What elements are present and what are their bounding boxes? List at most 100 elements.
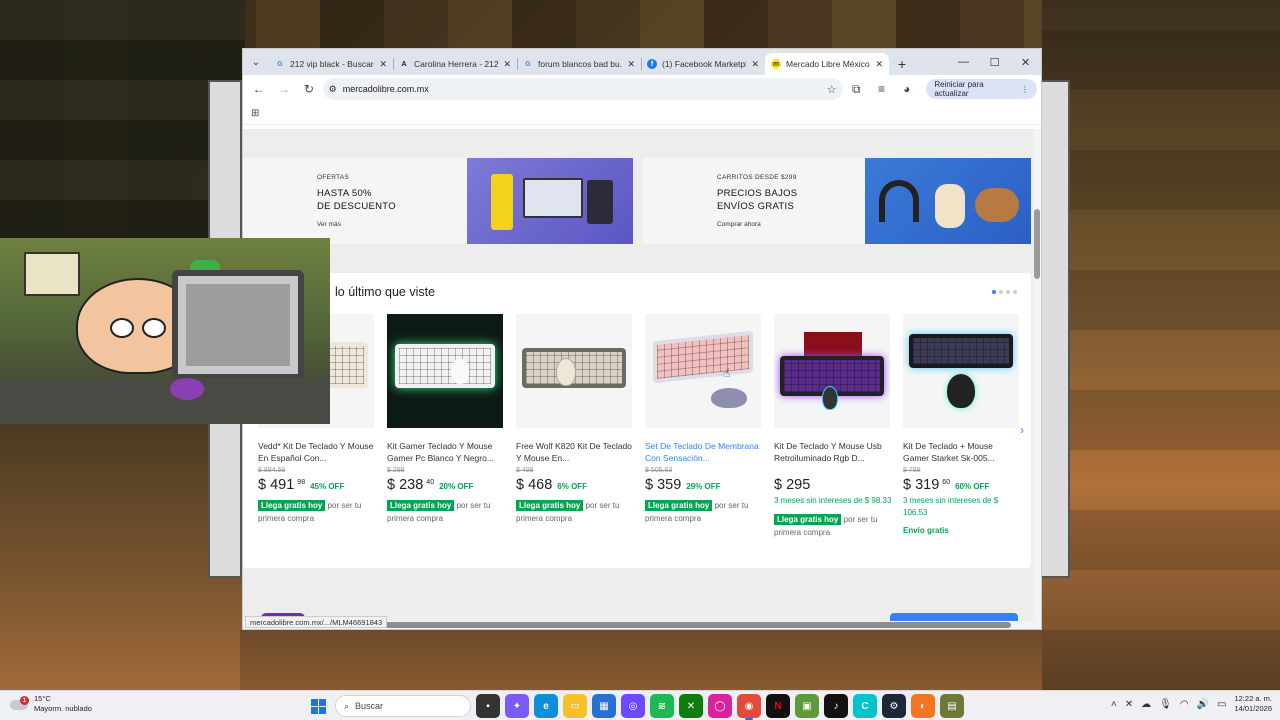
- product-card[interactable]: Free Wolf K820 Kit De Teclado Y Mouse En…: [516, 314, 634, 525]
- product-price: $ 319: [903, 477, 940, 493]
- close-window-button[interactable]: ✕: [1010, 49, 1041, 75]
- more-menu-icon[interactable]: ⋮: [1021, 85, 1029, 94]
- start-button[interactable]: [306, 694, 330, 718]
- netflix-icon[interactable]: N: [766, 694, 790, 718]
- microphone-icon[interactable]: 🎙: [1159, 699, 1172, 710]
- shipping-info: Llega gratis hoy por ser tu primera comp…: [516, 499, 634, 525]
- shipping-info: Llega gratis hoy por ser tu primera comp…: [774, 513, 892, 539]
- product-image[interactable]: [903, 314, 1019, 428]
- amazon-icon: A: [401, 60, 407, 68]
- cartoon-desk: [0, 378, 330, 424]
- tab-4-active[interactable]: m Mercado Libre México ✕: [765, 53, 889, 75]
- tab-search-button[interactable]: ⌄: [243, 49, 269, 75]
- product-image[interactable]: [516, 314, 632, 428]
- canva-icon[interactable]: C: [853, 694, 877, 718]
- product-discount: 20% OFF: [439, 482, 474, 491]
- address-bar[interactable]: ⚙ mercadolibre.com.mx ☆: [322, 78, 843, 100]
- product-name[interactable]: Set De Teclado De Membrana Con Sensación…: [645, 440, 763, 464]
- banner-cta-link[interactable]: Ver más: [317, 221, 396, 228]
- cloud-sync-icon[interactable]: ☁: [1141, 699, 1151, 710]
- promo-banner-ofertas[interactable]: OFERTAS HASTA 50% DE DESCUENTO Ver más: [243, 158, 633, 244]
- product-price: $ 295: [774, 477, 811, 493]
- spotify-icon[interactable]: ≋: [650, 694, 674, 718]
- battery-icon[interactable]: ▭: [1217, 699, 1226, 710]
- product-name[interactable]: Vedd* Kit De Teclado Y Mouse En Español …: [258, 440, 376, 464]
- steam-icon[interactable]: ⚙: [882, 694, 906, 718]
- product-image[interactable]: ☝: [645, 314, 761, 428]
- weather-temperature: 15°C: [34, 694, 51, 703]
- tab-0[interactable]: G 212 vip black - Buscar ✕: [269, 53, 393, 75]
- product-installments: 3 meses sin intereses de $ 106.53: [903, 496, 999, 517]
- close-icon[interactable]: ✕: [379, 59, 387, 70]
- tab-3[interactable]: f (1) Facebook Marketpl... ✕: [641, 53, 765, 75]
- instagram-icon[interactable]: ◯: [708, 694, 732, 718]
- minecraft-icon[interactable]: ▣: [795, 694, 819, 718]
- close-icon[interactable]: ✕: [875, 59, 883, 70]
- bookmark-star-icon[interactable]: ☆: [827, 83, 837, 96]
- forward-button[interactable]: →: [272, 77, 295, 101]
- close-icon[interactable]: ✕: [751, 59, 759, 70]
- volume-icon[interactable]: 🔊: [1197, 699, 1209, 710]
- minimize-button[interactable]: —: [948, 49, 979, 75]
- xbox-tray-icon[interactable]: ✕: [1125, 699, 1133, 710]
- apps-grid-icon[interactable]: ⊞: [251, 108, 259, 119]
- banner-headline-2: DE DESCUENTO: [317, 201, 396, 212]
- reload-button[interactable]: ↻: [297, 77, 320, 101]
- product-old-price: $ 499: [516, 467, 534, 474]
- banner-headline-1: PRECIOS BAJOS: [717, 188, 798, 199]
- store-icon[interactable]: ▦: [592, 694, 616, 718]
- product-card[interactable]: ☝ Set De Teclado De Membrana Con Sensaci…: [645, 314, 763, 525]
- product-name[interactable]: Kit De Teclado Y Mouse Usb Retroiluminad…: [774, 440, 892, 464]
- close-icon[interactable]: ✕: [503, 59, 511, 70]
- edge-icon[interactable]: e: [534, 694, 558, 718]
- minecraft-launcher-icon[interactable]: ▤: [940, 694, 964, 718]
- chevron-up-icon[interactable]: ˄: [1111, 699, 1117, 710]
- tiktok-icon[interactable]: ♪: [824, 694, 848, 718]
- product-name[interactable]: Kit De Teclado + Mouse Gamer Starket Sk-…: [903, 440, 1021, 464]
- banner-cta-link[interactable]: Comprar ahora: [717, 221, 797, 228]
- product-discount: 45% OFF: [310, 482, 345, 491]
- product-image[interactable]: [387, 314, 503, 428]
- xbox-icon[interactable]: ✕: [679, 694, 703, 718]
- update-button[interactable]: Reiniciar para actualizar ⋮: [926, 79, 1037, 99]
- taskbar-search[interactable]: ⌕ Buscar: [335, 695, 471, 717]
- product-image[interactable]: [774, 314, 890, 428]
- crunchyroll-icon[interactable]: ◐: [911, 694, 935, 718]
- cartoon-monitor: [172, 270, 304, 380]
- product-card[interactable]: Kit Gamer Teclado Y Mouse Gamer Pc Blanc…: [387, 314, 505, 525]
- close-icon[interactable]: ✕: [627, 59, 635, 70]
- product-old-price: $ 298: [387, 467, 405, 474]
- tab-2[interactable]: G forum blancos bad bu... ✕: [517, 53, 641, 75]
- taskbar-search-placeholder: Buscar: [355, 701, 384, 711]
- new-tab-button[interactable]: +: [889, 53, 915, 75]
- weather-widget[interactable]: 1 15°C Mayorm. nublado: [10, 694, 92, 714]
- product-card[interactable]: Kit De Teclado + Mouse Gamer Starket Sk-…: [903, 314, 1021, 535]
- product-name[interactable]: Kit Gamer Teclado Y Mouse Gamer Pc Blanc…: [387, 440, 505, 464]
- cloud-icon: 1: [10, 696, 29, 712]
- product-card[interactable]: Kit De Teclado Y Mouse Usb Retroiluminad…: [774, 314, 892, 539]
- proton-icon[interactable]: ◎: [621, 694, 645, 718]
- maximize-button[interactable]: ☐: [979, 49, 1010, 75]
- tab-1[interactable]: A Carolina Herrera - 212... ✕: [393, 53, 517, 75]
- task-view-icon[interactable]: ▪: [476, 694, 500, 718]
- product-discount: 6% OFF: [557, 482, 588, 491]
- reading-list-icon[interactable]: ≡: [870, 77, 893, 101]
- window-controls: — ☐ ✕: [948, 49, 1041, 75]
- product-discount: 60% OFF: [955, 482, 990, 491]
- promo-banner-carritos[interactable]: CARRITOS DESDE $299 PRECIOS BAJOS ENVÍOS…: [643, 158, 1031, 244]
- scrollbar-thumb[interactable]: [1034, 209, 1040, 279]
- folder-icon[interactable]: ▭: [563, 694, 587, 718]
- wifi-icon[interactable]: ◠: [1180, 699, 1189, 710]
- taskbar-clock[interactable]: 12:22 a. m. 14/01/2026: [1234, 694, 1272, 714]
- vertical-scrollbar[interactable]: [1033, 129, 1041, 623]
- chrome-icon[interactable]: ◉: [737, 694, 761, 720]
- carousel-next-chevron-icon[interactable]: ›: [1011, 419, 1033, 441]
- free-shipping-badge: Llega gratis hoy: [645, 500, 713, 511]
- back-button[interactable]: ←: [247, 77, 270, 101]
- profile-icon[interactable]: ◕: [895, 77, 918, 101]
- product-name[interactable]: Free Wolf K820 Kit De Teclado Y Mouse En…: [516, 440, 634, 464]
- free-shipping-badge: Llega gratis hoy: [258, 500, 326, 511]
- site-info-icon[interactable]: ⚙: [329, 84, 337, 95]
- copilot-icon[interactable]: ✦: [505, 694, 529, 718]
- extensions-icon[interactable]: ⧉: [845, 77, 868, 101]
